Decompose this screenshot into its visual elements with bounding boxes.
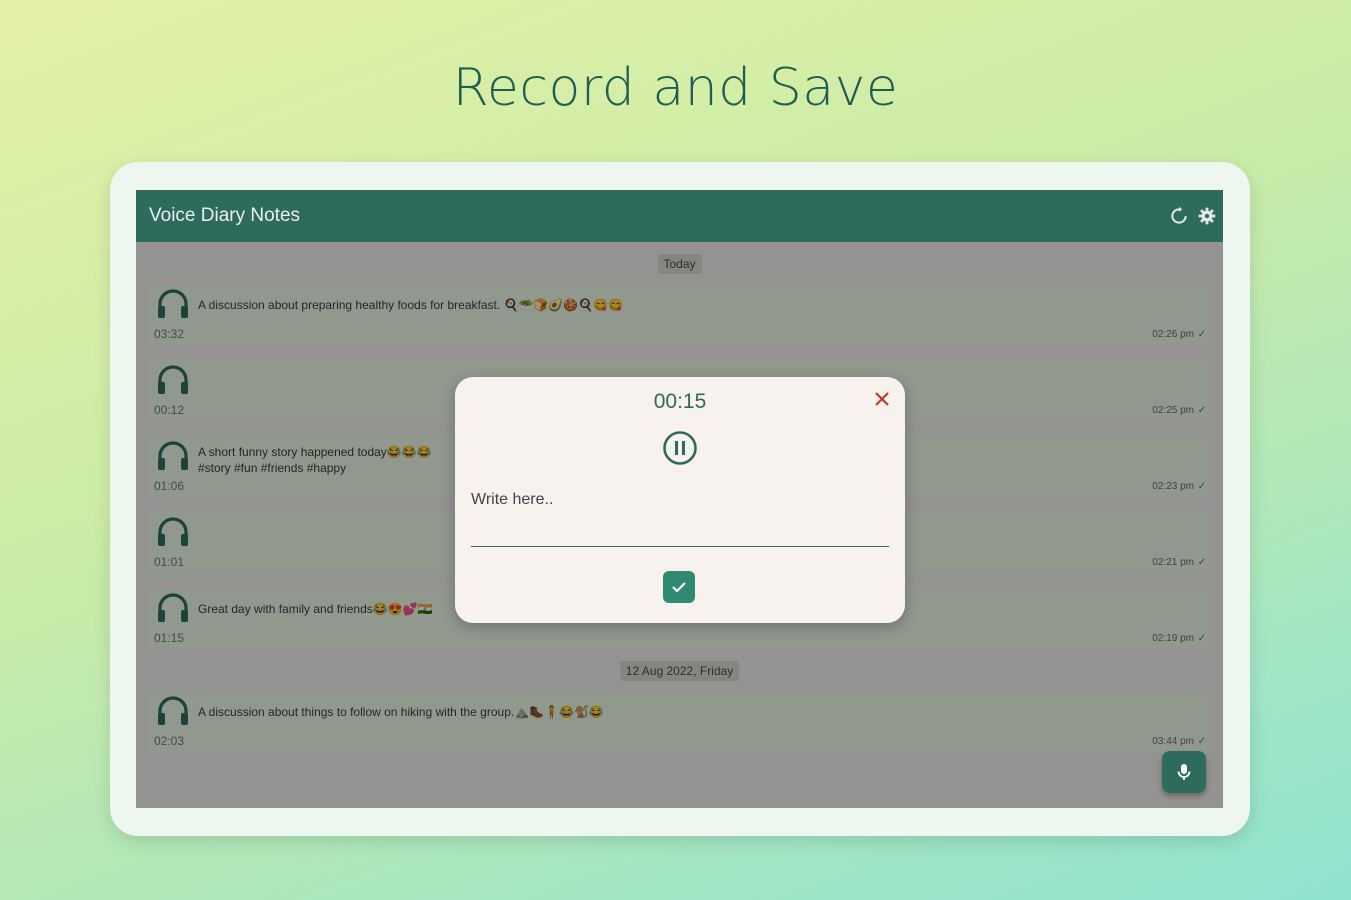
app-title: Voice Diary Notes <box>149 205 301 226</box>
save-button[interactable] <box>663 571 695 603</box>
record-dialog: 00:15 <box>455 377 905 623</box>
checkmark-icon <box>672 582 686 593</box>
note-text-input[interactable] <box>471 489 889 547</box>
settings-icon[interactable] <box>1197 206 1217 226</box>
record-button[interactable] <box>1162 751 1206 793</box>
pause-button[interactable] <box>662 430 698 466</box>
headline: Record and Save <box>452 58 899 118</box>
sync-icon[interactable] <box>1169 206 1189 226</box>
mic-icon <box>1177 764 1191 780</box>
recording-timer: 00:15 <box>653 390 707 413</box>
app-bar: Voice Diary Notes <box>136 190 1223 242</box>
close-icon[interactable] <box>873 390 891 408</box>
